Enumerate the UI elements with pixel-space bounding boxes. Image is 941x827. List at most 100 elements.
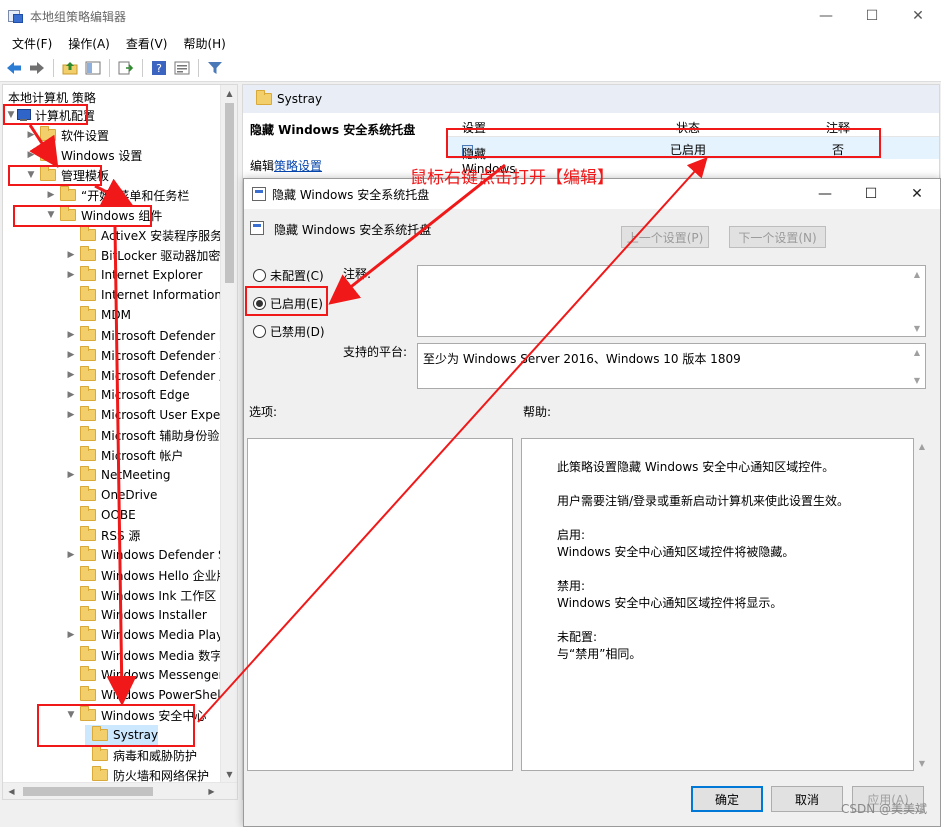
tree-item[interactable]: ▶ Windows 设置 xyxy=(25,145,142,165)
chevron-right-icon[interactable]: ▶ xyxy=(65,550,77,560)
chevron-right-icon[interactable]: ▶ xyxy=(65,250,77,260)
edit-policy-link[interactable]: 策略设置 xyxy=(274,159,322,173)
tree-item[interactable]: Windows PowerShell xyxy=(65,685,224,705)
tree-item[interactable]: ▶ Microsoft User Experien xyxy=(65,405,237,425)
tree-item[interactable]: ▶ “开始”菜单和任务栏 xyxy=(45,185,189,205)
help-icon[interactable]: ? xyxy=(149,58,169,78)
scroll-down-icon[interactable]: ▼ xyxy=(221,766,237,783)
dialog-close-button[interactable]: ✕ xyxy=(894,179,940,209)
tree-item[interactable]: Microsoft 帐户 xyxy=(65,445,183,465)
close-button[interactable]: ✕ xyxy=(895,0,941,32)
minimize-button[interactable]: — xyxy=(803,0,849,32)
toolbar-separator xyxy=(53,58,54,77)
tree-item[interactable]: ActiveX 安装程序服务 xyxy=(65,225,222,245)
tree-item[interactable]: ▶ Microsoft Defender 攻击 xyxy=(65,345,237,365)
next-setting-button[interactable]: 下一个设置(N) xyxy=(729,226,826,248)
tree-item[interactable]: Internet Information Ser xyxy=(65,285,237,305)
back-icon[interactable] xyxy=(4,58,24,78)
tree-vertical-scrollbar[interactable]: ▲ ▼ xyxy=(220,85,237,783)
filter-icon[interactable] xyxy=(205,58,225,78)
help-line: Windows 安全中心通知区域控件将显示。 xyxy=(557,596,783,610)
tree-item[interactable]: Windows Media 数字权限 xyxy=(65,645,237,665)
tree-horizontal-scrollbar[interactable]: ◀ ▶ xyxy=(3,782,237,799)
chevron-right-icon[interactable]: ▶ xyxy=(65,390,77,400)
tree-item[interactable]: ▶ BitLocker 驱动器加密 xyxy=(65,245,220,265)
folder-icon xyxy=(80,626,96,641)
chevron-right-icon[interactable]: ▶ xyxy=(65,330,77,340)
tree-item[interactable]: ▶ 软件设置 xyxy=(25,125,109,145)
properties-icon[interactable] xyxy=(172,58,192,78)
forward-icon[interactable] xyxy=(27,58,47,78)
tree-item[interactable]: Windows Messenger xyxy=(65,665,224,685)
help-line: 用户需要注销/登录或重新启动计算机来使此设置生效。 xyxy=(557,494,850,508)
folder-icon xyxy=(40,146,56,161)
tree-item[interactable]: Windows Hello 企业版 xyxy=(65,565,229,585)
annotation-box-enabled-radio xyxy=(245,286,328,316)
tree-item[interactable]: MDM xyxy=(65,305,131,325)
scrollbar-thumb[interactable] xyxy=(225,103,234,283)
scroll-up-icon[interactable]: ▲ xyxy=(221,85,237,102)
chevron-right-icon[interactable]: ▶ xyxy=(65,630,77,640)
tree-item[interactable]: ▶ Microsoft Defender 应用 xyxy=(65,365,237,385)
tree-item[interactable]: ▶ Internet Explorer xyxy=(65,265,202,285)
tree-item[interactable]: ▶ Windows Defender Sma xyxy=(65,545,237,565)
toolbar: ? xyxy=(0,54,941,82)
chevron-right-icon[interactable]: ▶ xyxy=(45,190,57,200)
tree-item[interactable]: Microsoft 辅助身份验证 xyxy=(65,425,231,445)
chevron-right-icon[interactable]: ▶ xyxy=(65,470,77,480)
scrollbar-thumb[interactable] xyxy=(23,787,153,796)
folder-icon xyxy=(40,126,56,141)
tree-item[interactable]: ▶ Microsoft Edge xyxy=(65,385,190,405)
maximize-button[interactable]: ☐ xyxy=(849,0,895,32)
menu-file[interactable]: 文件(F) xyxy=(4,35,60,52)
radio-disabled-circle[interactable] xyxy=(253,324,266,338)
scroll-down-icon[interactable]: ▼ xyxy=(909,372,925,388)
dialog-maximize-button[interactable]: ☐ xyxy=(848,179,894,209)
folder-icon xyxy=(80,646,96,661)
cancel-button[interactable]: 取消 xyxy=(771,786,843,812)
up-folder-icon[interactable] xyxy=(60,58,80,78)
scroll-down-icon[interactable]: ▼ xyxy=(914,755,930,771)
scroll-left-icon[interactable]: ◀ xyxy=(3,783,20,799)
policy-tree-pane[interactable]: 本地计算机 策略 ▼ 计算机配置 ▶ 软件设置 ▶ Windows 设置 ▼ 管理模板 ▶ “开始… xyxy=(2,84,238,800)
radio-disabled[interactable]: 已禁用(D) xyxy=(253,321,325,341)
tree-item[interactable]: RSS 源 xyxy=(65,525,140,545)
help-scrollbar[interactable]: ▲ ▼ xyxy=(914,438,930,771)
help-panel: 此策略设置隐藏 Windows 安全中心通知区域控件。 用户需要注销/登录或重新启… xyxy=(521,438,914,771)
scroll-up-icon[interactable]: ▲ xyxy=(914,438,930,454)
tree-item[interactable]: OOBE xyxy=(65,505,136,525)
ok-button[interactable]: 确定 xyxy=(691,786,763,812)
folder-icon xyxy=(80,266,96,281)
folder-icon xyxy=(60,186,76,201)
chevron-right-icon[interactable]: ▶ xyxy=(65,370,77,380)
tree-item[interactable]: ▶ Windows Media Player xyxy=(65,625,236,645)
comment-textarea[interactable]: ▲ ▼ xyxy=(417,265,926,337)
export-list-icon[interactable] xyxy=(116,58,136,78)
scroll-up-icon[interactable]: ▲ xyxy=(909,344,925,360)
radio-not-configured-circle[interactable] xyxy=(253,268,266,282)
scroll-up-icon[interactable]: ▲ xyxy=(909,266,925,282)
scroll-right-icon[interactable]: ▶ xyxy=(203,783,220,799)
tree-item[interactable]: OneDrive xyxy=(65,485,157,505)
chevron-right-icon[interactable]: ▶ xyxy=(25,150,37,160)
menu-action[interactable]: 操作(A) xyxy=(60,35,118,52)
tree-item[interactable]: 病毒和威胁防护 xyxy=(85,745,197,765)
chevron-right-icon[interactable]: ▶ xyxy=(65,270,77,280)
menu-view[interactable]: 查看(V) xyxy=(118,35,176,52)
comment-scrollbar[interactable]: ▲ ▼ xyxy=(909,266,925,336)
chevron-right-icon[interactable]: ▶ xyxy=(65,350,77,360)
dialog-minimize-button[interactable]: — xyxy=(802,179,848,209)
tree-item[interactable]: Windows Installer xyxy=(65,605,207,625)
platform-scrollbar[interactable]: ▲ ▼ xyxy=(909,344,925,388)
tree-item[interactable]: ▶ NetMeeting xyxy=(65,465,170,485)
tree-item[interactable]: ▶ Microsoft Defender 防病 xyxy=(65,325,237,345)
radio-not-configured[interactable]: 未配置(C) xyxy=(253,265,324,285)
group-policy-app-icon xyxy=(8,8,24,24)
show-hide-tree-icon[interactable] xyxy=(83,58,103,78)
chevron-right-icon[interactable]: ▶ xyxy=(25,130,37,140)
menu-help[interactable]: 帮助(H) xyxy=(175,35,233,52)
chevron-right-icon[interactable]: ▶ xyxy=(65,410,77,420)
previous-setting-button[interactable]: 上一个设置(P) xyxy=(621,226,709,248)
tree-item[interactable]: Windows Ink 工作区 xyxy=(65,585,216,605)
scroll-down-icon[interactable]: ▼ xyxy=(909,320,925,336)
